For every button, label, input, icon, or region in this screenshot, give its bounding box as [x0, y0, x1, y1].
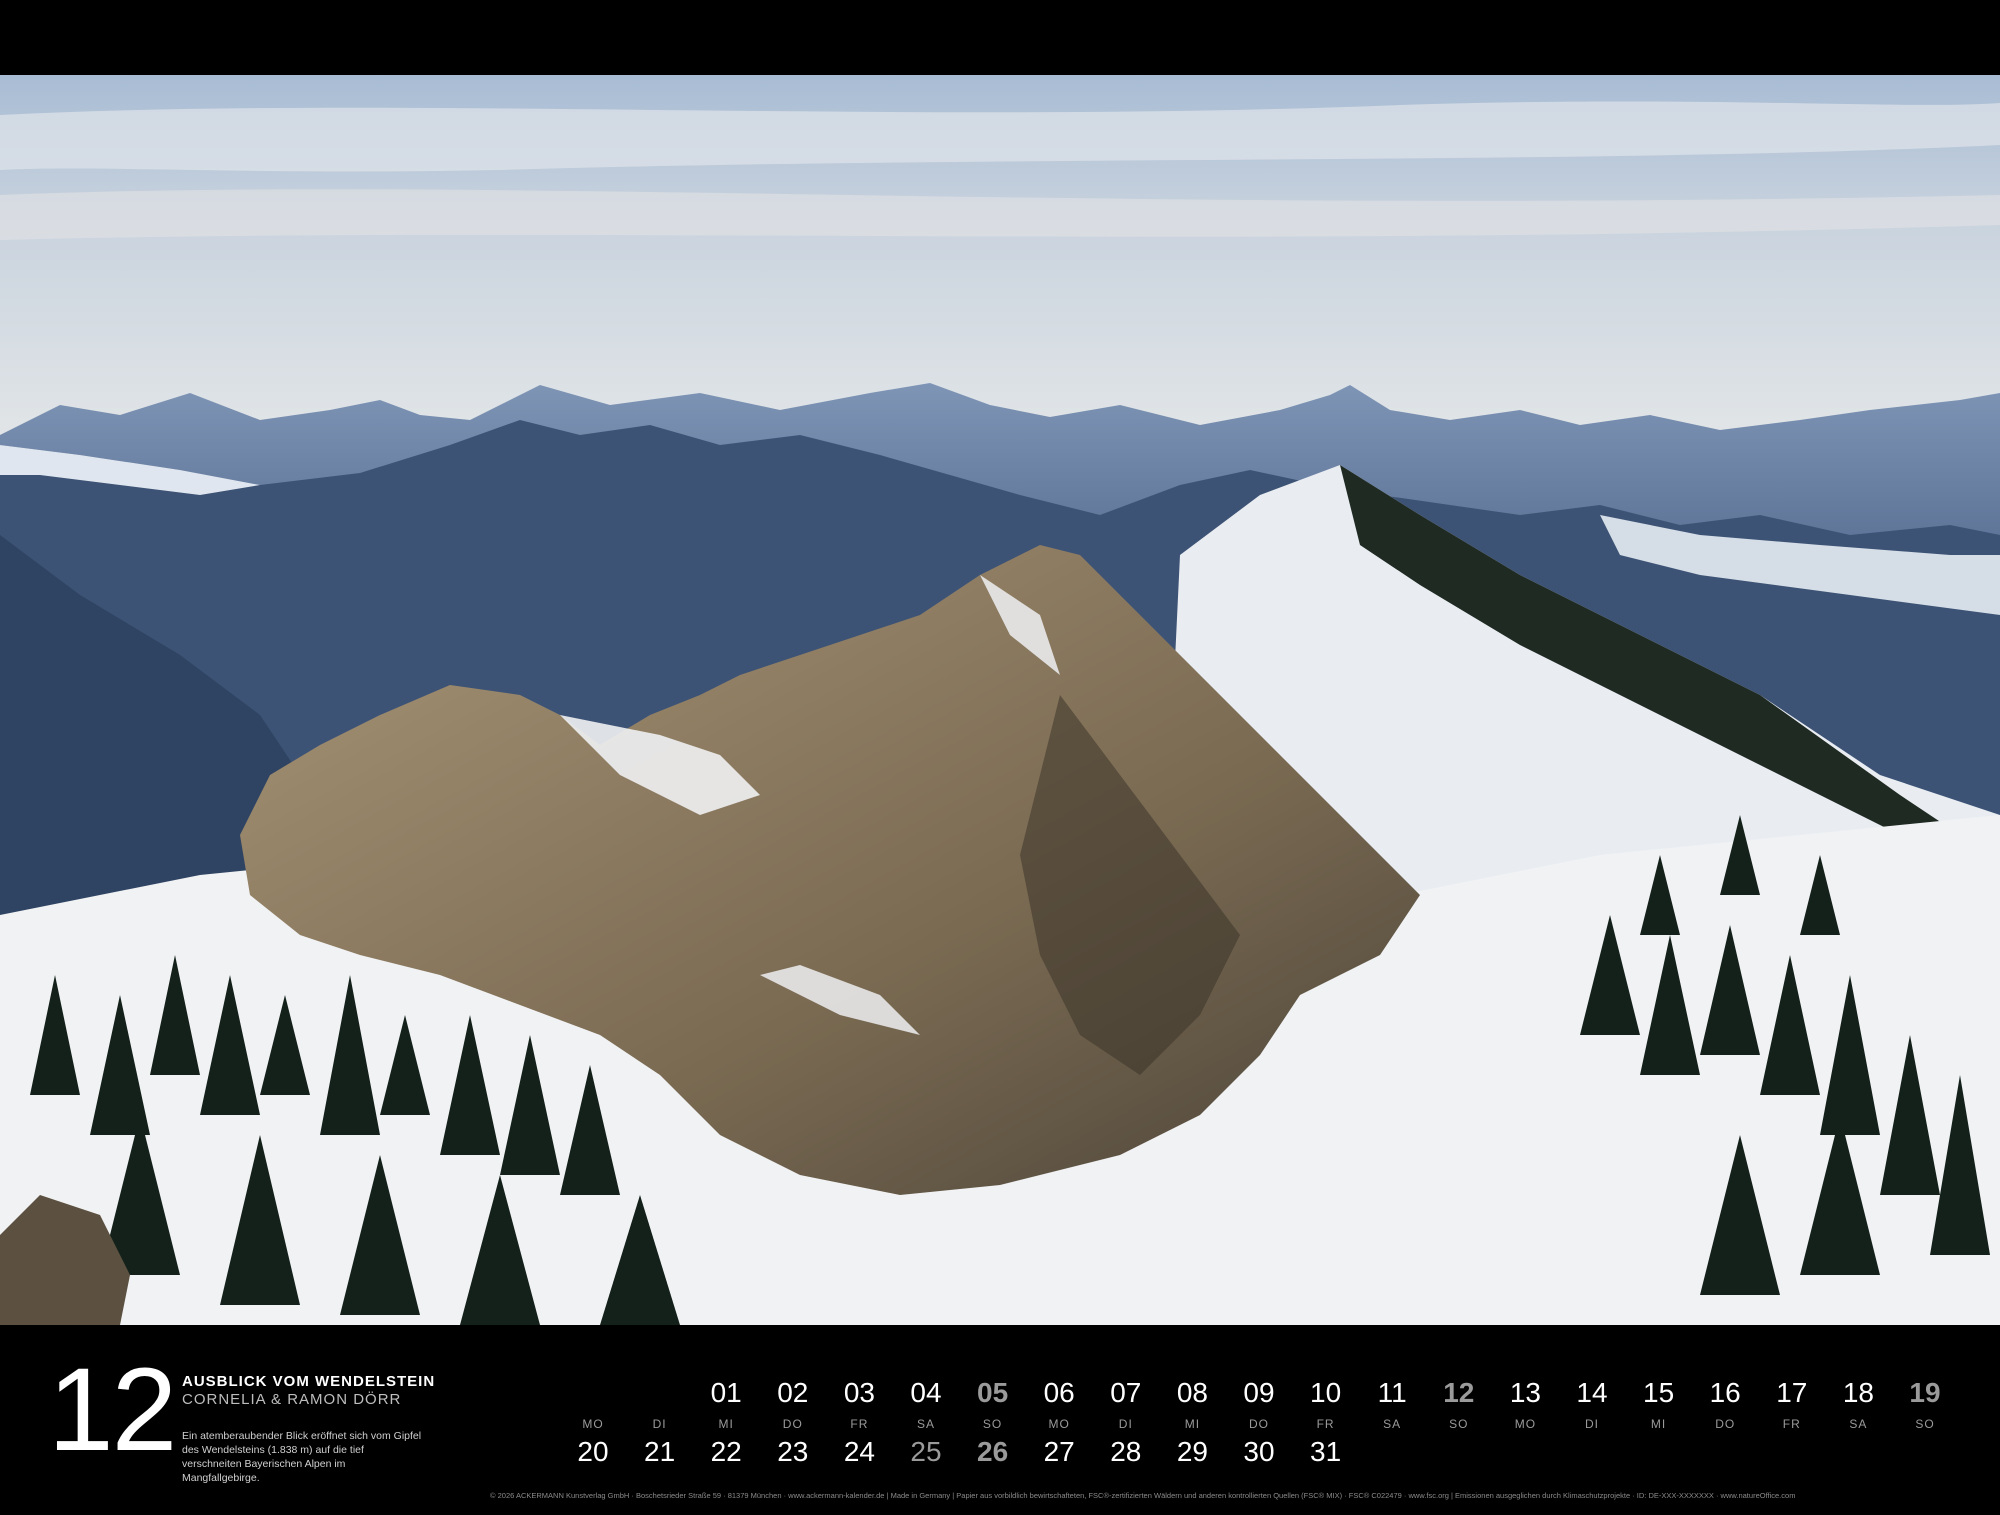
- photo-description: Ein atemberaubender Blick eröffnet sich …: [182, 1430, 422, 1484]
- calendar-day: 18: [1842, 1377, 1874, 1408]
- calendar-day: 20: [577, 1436, 609, 1467]
- calendar-day: 11: [1377, 1377, 1407, 1408]
- weekday-label: MI: [1650, 1417, 1667, 1431]
- calendar-day: 27: [1043, 1436, 1075, 1467]
- calendar-day: 21: [644, 1436, 676, 1467]
- weekday-label: DO: [1715, 1417, 1736, 1431]
- calendar-day: 08: [1176, 1377, 1208, 1408]
- calendar-day: 22: [710, 1436, 742, 1467]
- weekday-label: DI: [1118, 1417, 1133, 1431]
- calendar-day: 28: [1110, 1436, 1142, 1467]
- weekday-label: MO: [582, 1417, 604, 1431]
- calendar-day: 12: [1443, 1377, 1475, 1408]
- weekday-label: MI: [1184, 1417, 1201, 1431]
- calendar-day: 13: [1509, 1377, 1541, 1408]
- calendar-footer: 12 AUSBLICK VOM WENDELSTEIN CORNELIA & R…: [0, 1325, 2000, 1515]
- calendar-day: 04: [910, 1377, 942, 1408]
- calendar-day: 15: [1643, 1377, 1675, 1408]
- calendar-row-2: 20 21 22 23 24 25 26 27 28 29 30 31: [560, 1436, 1980, 1476]
- calendar-day: 17: [1776, 1377, 1808, 1408]
- calendar-day: 29: [1176, 1436, 1208, 1467]
- calendar-day: 05: [977, 1377, 1009, 1408]
- publisher-imprint: © 2026 ACKERMANN Kunstverlag GmbH · Bosc…: [490, 1491, 1796, 1500]
- photo-title: AUSBLICK VOM WENDELSTEIN: [182, 1373, 436, 1390]
- calendar-day: 16: [1709, 1377, 1741, 1408]
- calendar-day: 24: [843, 1436, 875, 1467]
- calendar-day: 09: [1243, 1377, 1275, 1408]
- month-number: 12: [48, 1344, 177, 1476]
- calendar-day: 14: [1576, 1377, 1608, 1408]
- weekday-label: SO: [982, 1417, 1003, 1431]
- weekday-label: DO: [1249, 1417, 1269, 1431]
- calendar-day: 02: [777, 1377, 809, 1408]
- weekday-label: SO: [1915, 1417, 1935, 1431]
- weekday-label: MO: [1048, 1417, 1070, 1431]
- weekday-label: FR: [1782, 1417, 1801, 1431]
- calendar-row-1: 01 02 03 04 05 06 07 08 09 10 11 12 13 14 15 16 17 18 19: [560, 1377, 1980, 1417]
- weekday-label: DI: [652, 1417, 667, 1431]
- calendar-day: 07: [1110, 1377, 1142, 1408]
- weekday-label: FR: [850, 1417, 869, 1431]
- mountain-landscape-image: [0, 75, 2000, 1325]
- top-black-bar: [0, 0, 2000, 75]
- weekday-label: DO: [782, 1417, 803, 1431]
- weekday-label: MI: [718, 1417, 734, 1431]
- weekday-label: MO: [1514, 1417, 1537, 1431]
- calendar-day: 10: [1310, 1377, 1342, 1408]
- photographer-credit: CORNELIA & RAMON DÖRR: [182, 1391, 402, 1408]
- calendar-day: 31: [1310, 1436, 1342, 1467]
- weekday-label: SA: [1383, 1417, 1402, 1431]
- calendar-day: 25: [910, 1436, 942, 1467]
- weekday-label: SO: [1449, 1417, 1469, 1431]
- calendar-day: 23: [777, 1436, 809, 1467]
- weekday-label: FR: [1316, 1417, 1335, 1431]
- calendar-day: 19: [1909, 1377, 1941, 1408]
- calendar-day: 26: [977, 1436, 1009, 1467]
- calendar-day: 06: [1043, 1377, 1075, 1408]
- weekday-label: SA: [916, 1417, 935, 1431]
- calendar-day: 03: [843, 1377, 875, 1408]
- weekday-label: DI: [1585, 1417, 1599, 1431]
- weekday-label: SA: [1849, 1417, 1868, 1431]
- mountain-photo: [0, 75, 2000, 1325]
- calendar-day: 01: [710, 1377, 742, 1408]
- calendar-day: 30: [1243, 1436, 1275, 1467]
